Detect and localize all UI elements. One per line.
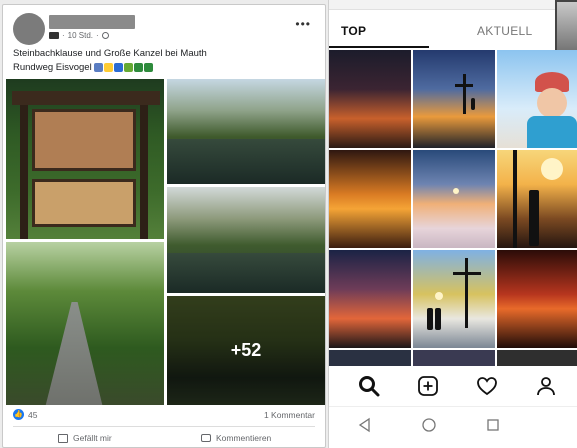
stream-water: [167, 253, 325, 293]
actions-divider: [13, 426, 315, 427]
emoji-icon-0: [94, 62, 104, 72]
grid-tile-dusk[interactable]: [329, 250, 411, 348]
emoji-icon-4: [134, 62, 144, 72]
tab-top[interactable]: TOP: [341, 24, 366, 38]
comment-count[interactable]: 1 Kommentar: [264, 410, 315, 420]
pond-water: [167, 139, 325, 184]
globe-icon: [101, 32, 109, 39]
thumbs-up-icon: [58, 433, 68, 443]
post-text: Steinbachklause und Große Kanzel bei Mau…: [13, 47, 315, 75]
instagram-explore-panel: TOP AKTUELL: [328, 0, 577, 448]
author-name-redacted: [49, 15, 135, 29]
photo-grid: +52: [6, 79, 325, 405]
like-count[interactable]: 45: [28, 410, 37, 420]
emoji-icon-1: [104, 62, 114, 72]
comment-button-label: Kommentieren: [216, 433, 272, 443]
emoji-icon-2: [114, 62, 124, 72]
reactions-bar: 👍 45 1 Kommentar: [13, 408, 315, 422]
photo-stream[interactable]: [167, 187, 325, 293]
facebook-post-card: · 10 Std. · ••• Steinbachklause und Groß…: [2, 4, 326, 448]
cross-bar: [455, 84, 473, 87]
post-timestamp[interactable]: 10 Std.: [68, 31, 93, 40]
post-meta: · 10 Std. ·: [49, 31, 109, 40]
more-photos-count: +52: [230, 340, 262, 360]
post-text-line2-wrap: Rundweg Eisvogel: [13, 61, 315, 75]
photo-signboard[interactable]: [6, 79, 164, 239]
photo-forest-pond[interactable]: [167, 79, 325, 184]
sign-post-left: [20, 105, 28, 239]
summit-cross-bar: [453, 272, 481, 275]
profile-icon[interactable]: [534, 374, 558, 398]
grid-tile-silhouette[interactable]: [497, 150, 577, 248]
active-tab-indicator: [329, 46, 429, 48]
grid-tile-partial-3[interactable]: [497, 350, 577, 366]
jacket: [527, 116, 577, 148]
hiker-2: [435, 308, 441, 330]
recent-apps-icon[interactable]: [485, 417, 501, 433]
sign-post-right: [140, 105, 148, 239]
grid-tile-selfie[interactable]: [497, 50, 577, 148]
grid-tile-partial-1[interactable]: [329, 350, 411, 366]
group-icon: [49, 32, 59, 39]
explore-grid: [329, 50, 577, 366]
sun: [453, 188, 459, 194]
post-text-line2: Rundweg Eisvogel: [13, 62, 92, 73]
bright-sun: [541, 158, 563, 180]
emoji-icon-5: [144, 62, 154, 72]
more-options-icon[interactable]: •••: [295, 17, 311, 31]
like-button-label: Gefällt mir: [73, 433, 112, 443]
grid-tile-partial-2[interactable]: [413, 350, 495, 366]
instagram-bottom-nav: [329, 368, 577, 404]
author-avatar[interactable]: [13, 13, 45, 45]
like-button[interactable]: Gefällt mir: [58, 433, 112, 443]
more-photos-overlay[interactable]: +52: [167, 296, 325, 405]
grid-tile-red-sunset[interactable]: [497, 250, 577, 348]
grid-tile-sunset[interactable]: [329, 50, 411, 148]
hiker-silhouette: [471, 98, 475, 110]
emoji-row: [94, 62, 154, 72]
home-icon[interactable]: [421, 417, 437, 433]
tab-aktuell[interactable]: AKTUELL: [477, 24, 532, 38]
tall-post: [513, 150, 517, 248]
photo-boardwalk[interactable]: [6, 242, 164, 405]
emoji-icon-3: [124, 62, 134, 72]
like-reaction-icon[interactable]: 👍: [13, 409, 24, 420]
boardwalk-path: [44, 302, 104, 405]
cross-post: [463, 74, 466, 114]
hiker-1: [427, 308, 433, 330]
photo-more[interactable]: +52: [167, 296, 325, 405]
low-sun: [435, 292, 443, 300]
grid-tile-snowy-sunset[interactable]: [413, 150, 495, 248]
post-text-line1: Steinbachklause und Große Kanzel bei Mau…: [13, 48, 207, 59]
meta-separator: ·: [62, 31, 65, 40]
search-icon[interactable]: [357, 374, 381, 398]
comment-bubble-icon: [201, 434, 211, 442]
post-header: · 10 Std. · •••: [13, 13, 317, 45]
selfie-face: [537, 88, 567, 118]
grid-tile-summit-couple[interactable]: [413, 250, 495, 348]
sign-map-board: [32, 109, 136, 171]
heart-icon[interactable]: [475, 374, 499, 398]
comment-button[interactable]: Kommentieren: [201, 433, 271, 443]
add-post-icon[interactable]: [416, 374, 440, 398]
back-icon[interactable]: [357, 417, 373, 433]
sign-info-board: [32, 179, 136, 227]
status-bar-edge: [329, 0, 577, 10]
grid-tile-summit-cross[interactable]: [413, 50, 495, 148]
sign-roof: [12, 91, 160, 105]
android-nav-bar: [329, 406, 577, 448]
meta-separator-2: ·: [96, 31, 99, 40]
grid-tile-amber-sky[interactable]: [329, 150, 411, 248]
summit-cross: [465, 258, 468, 328]
person-silhouette: [529, 190, 539, 246]
explore-tabs: TOP AKTUELL: [329, 12, 577, 48]
